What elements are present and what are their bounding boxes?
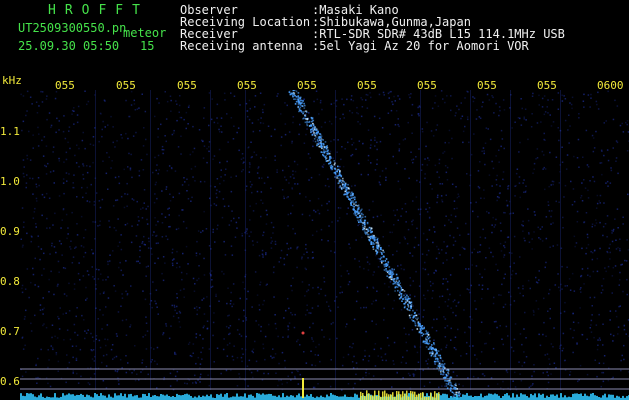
reference-lines xyxy=(20,368,629,390)
noise-layer xyxy=(20,90,629,391)
y-tick-label: 1.1 xyxy=(0,125,20,138)
app-title: HROFFT xyxy=(48,3,149,18)
spectrogram-window: HROFFT UT2509300550.pn meteor 25.09.30 0… xyxy=(0,0,629,400)
spectrogram-plot xyxy=(20,90,629,400)
mode-label: meteor xyxy=(123,26,167,40)
meteor-echo-trace xyxy=(288,90,461,400)
y-tick-label: 0.6 xyxy=(0,375,20,388)
y-tick-label: 0.9 xyxy=(0,225,20,238)
marker-dot xyxy=(301,331,305,335)
y-tick-label: 0.7 xyxy=(0,325,20,338)
antenna-value: :5el Yagi Az 20 for Aomori VOR xyxy=(312,39,529,53)
y-tick-label: 1.0 xyxy=(0,175,20,188)
y-tick-label: 0.8 xyxy=(0,275,20,288)
baseline-noise xyxy=(20,390,629,400)
y-axis-unit: kHz xyxy=(2,74,22,87)
antenna-label: Receiving antenna xyxy=(180,39,303,53)
file-name: UT2509300550.pn xyxy=(18,21,127,35)
datetime: 25.09.30 05:50 xyxy=(18,39,120,53)
echo-count: 15 xyxy=(140,39,155,53)
